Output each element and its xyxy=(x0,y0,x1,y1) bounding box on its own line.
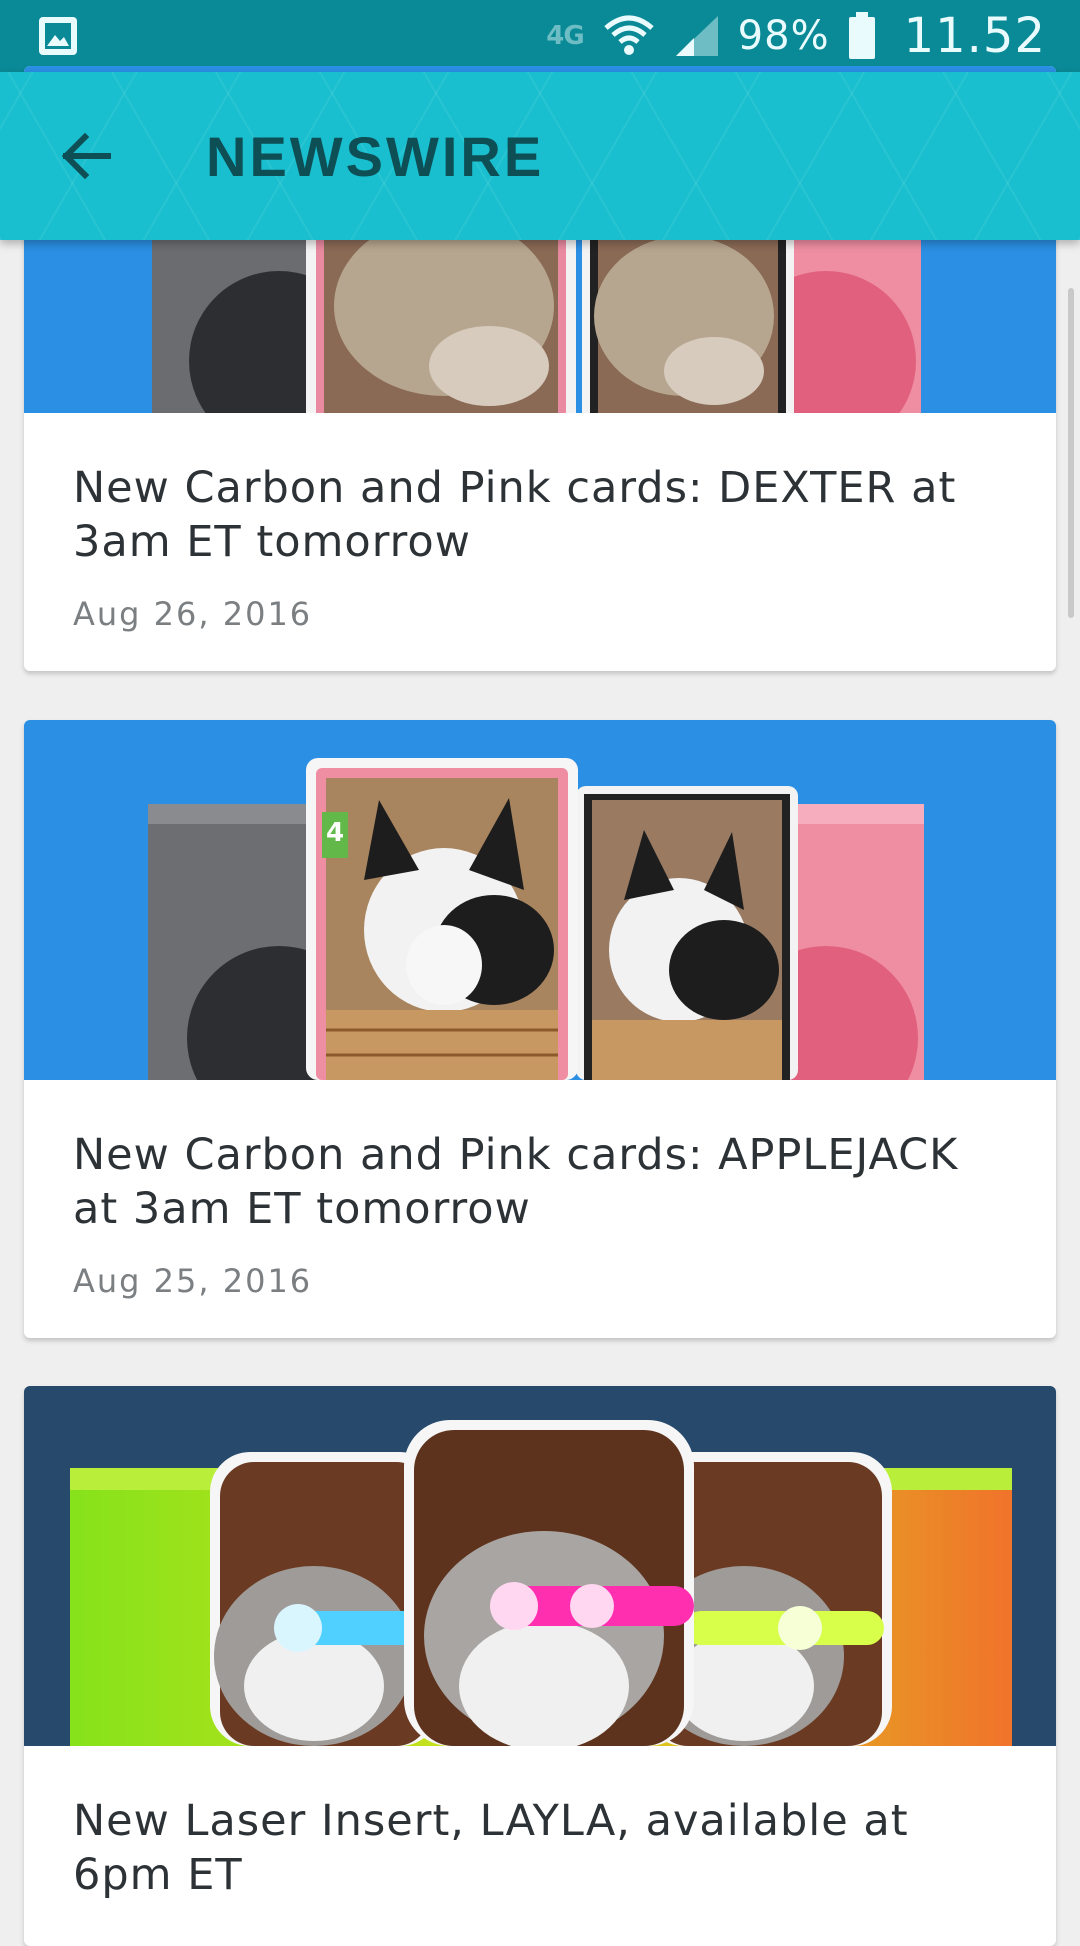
news-date: Aug 26, 2016 xyxy=(73,595,313,633)
status-bar: 4G 98% 11.52 xyxy=(0,0,1080,72)
battery-percent: 98% xyxy=(737,13,830,59)
status-time: 11.52 xyxy=(903,8,1046,64)
scrollbar[interactable] xyxy=(1068,288,1074,618)
network-4g-icon: 4G xyxy=(546,21,584,51)
card-volume-badge: 4 xyxy=(325,818,345,848)
news-card-image: 4 xyxy=(24,720,1056,1080)
signal-icon xyxy=(675,16,718,56)
news-card[interactable]: 4 New Carbon and Pink cards: APPLEJACK a… xyxy=(24,720,1056,1338)
back-button[interactable] xyxy=(48,118,124,194)
news-title: New Carbon and Pink cards: APPLEJACK at … xyxy=(73,1130,959,1234)
news-title: New Laser Insert, LAYLA, available at 6p… xyxy=(73,1796,909,1900)
battery-icon xyxy=(848,12,875,59)
page-title: NEWSWIRE xyxy=(206,125,545,188)
arrow-back-icon xyxy=(61,133,111,179)
app-bar: NEWSWIRE xyxy=(0,72,1080,240)
wifi-icon xyxy=(604,15,654,55)
news-title: New Carbon and Pink cards: DEXTER at 3am… xyxy=(73,463,957,567)
news-card[interactable]: New Laser Insert, LAYLA, available at 6p… xyxy=(24,1386,1056,1946)
news-date: Aug 25, 2016 xyxy=(73,1262,313,1300)
news-card-image xyxy=(24,1386,1056,1746)
gallery-icon xyxy=(39,17,77,55)
